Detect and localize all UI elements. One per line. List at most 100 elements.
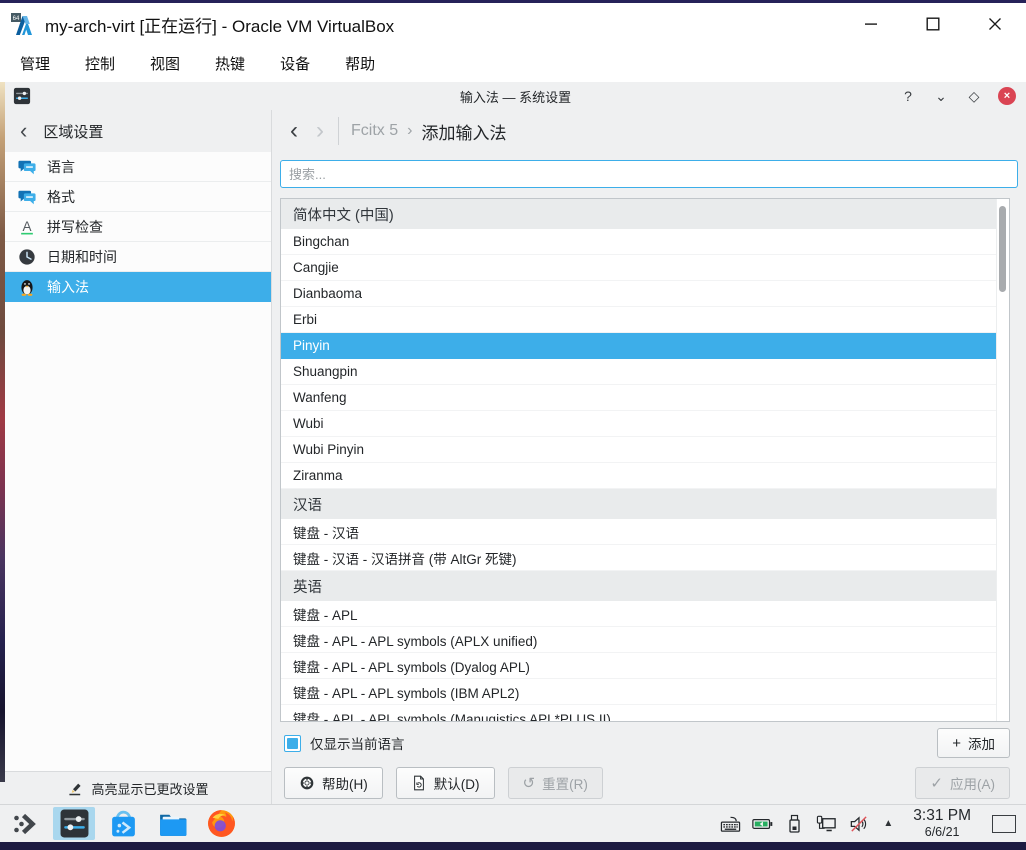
language-bubbles-icon (18, 158, 36, 176)
list-item[interactable]: Wubi Pinyin (281, 437, 996, 463)
volume-muted-tray-button[interactable] (848, 814, 869, 834)
sidebar-list: 语言格式 A 拼写检查日期和时间输入法 (5, 152, 271, 771)
vbox-window-title: my-arch-virt [正在运行] - Oracle VM VirtualB… (45, 12, 394, 37)
breadcrumb-parent[interactable]: Fcitx 5 (351, 122, 398, 140)
kde-header: ‹ 区域设置 ‹ › Fcitx 5 › 添加输入法 (5, 110, 1026, 152)
sidebar-item[interactable]: 日期和时间 (5, 242, 271, 272)
keyboard-tray-button[interactable] (720, 814, 741, 834)
vbox-menubar: 管理 控制 视图 热键 设备 帮助 (0, 45, 1026, 82)
display-connect-icon (816, 814, 837, 834)
kde-minimize-button[interactable]: ⌄ (932, 87, 950, 105)
add-button-label: 添加 (968, 733, 995, 753)
sidebar-item-label: 拼写检查 (47, 217, 103, 237)
discover-dock-button[interactable] (102, 807, 144, 840)
help-button[interactable]: 帮助(H) (284, 767, 383, 799)
search-input[interactable] (280, 160, 1018, 188)
vbox-menu-item[interactable]: 管理 (20, 53, 50, 74)
list-item[interactable]: 键盘 - APL - APL symbols (IBM APL2) (281, 679, 996, 705)
list-section-header: 英语 (281, 571, 996, 601)
scrollbar-thumb[interactable] (999, 206, 1006, 292)
back-chevron-icon[interactable]: ‹ (20, 120, 27, 142)
kde-close-button[interactable]: × (998, 87, 1016, 105)
volume-muted-icon (848, 814, 869, 834)
list-item[interactable]: Dianbaoma (281, 281, 996, 307)
sidebar-item-label: 格式 (47, 187, 75, 207)
list-section-header: 汉语 (281, 489, 996, 519)
system-settings-dock-button[interactable] (53, 807, 95, 840)
dolphin-dock-button[interactable] (151, 807, 193, 840)
firefox-dock-button[interactable] (200, 807, 242, 840)
vbox-menu-item[interactable]: 控制 (85, 53, 115, 74)
list-item[interactable]: 键盘 - APL - APL symbols (Dyalog APL) (281, 653, 996, 679)
only-current-language-label: 仅显示当前语言 (310, 733, 405, 753)
vbox-menu-item[interactable]: 视图 (150, 53, 180, 74)
sidebar-item-label: 输入法 (47, 277, 89, 297)
app-launcher-dock-button[interactable] (4, 807, 46, 840)
filter-row: 仅显示当前语言 + 添加 (284, 728, 1010, 758)
sidebar-item-label: 日期和时间 (47, 247, 117, 267)
bottom-panel: 仅显示当前语言 + 添加 帮助(H) (272, 722, 1026, 804)
kde-body: 语言格式 A 拼写检查日期和时间输入法 高亮显示已更改设置 简体中文 (中国)Bin… (5, 152, 1026, 804)
sidebar-item[interactable]: 格式 (5, 182, 271, 212)
list-item[interactable]: Cangjie (281, 255, 996, 281)
sidebar-item[interactable]: 输入法 (5, 272, 271, 302)
list-item[interactable]: Shuangpin (281, 359, 996, 385)
vbox-minimize-button[interactable] (840, 3, 902, 45)
nav-forward-icon: › (316, 119, 324, 143)
clock-icon (18, 248, 36, 266)
virtualbox-logo-icon: 64 (10, 12, 36, 36)
list-item[interactable]: Ziranma (281, 463, 996, 489)
caret-up-icon[interactable]: ▲ (883, 818, 893, 829)
taskbar: ▲ 3:31 PM 6/6/21 (0, 804, 1026, 842)
sidebar-item[interactable]: A 拼写检查 (5, 212, 271, 242)
list-item[interactable]: Wanfeng (281, 385, 996, 411)
list-item[interactable]: 键盘 - 汉语 - 汉语拼音 (带 AltGr 死键) (281, 545, 996, 571)
list-item[interactable]: Bingchan (281, 229, 996, 255)
breadcrumb: ‹ › Fcitx 5 › 添加输入法 (272, 110, 1026, 152)
undo-icon: ↺ (523, 776, 536, 791)
defaults-doc-icon (411, 775, 427, 791)
battery-tray-button[interactable] (752, 814, 773, 834)
nav-back-icon[interactable]: ‹ (290, 119, 298, 143)
only-current-language-checkbox[interactable] (284, 735, 301, 752)
list-item[interactable]: Erbi (281, 307, 996, 333)
screen: 64 my-arch-virt [正在运行] - Oracle VM Virtu… (0, 0, 1026, 850)
vbox-menu-item[interactable]: 帮助 (345, 53, 375, 74)
vbox-maximize-button[interactable] (902, 3, 964, 45)
vbox-titlebar: 64 my-arch-virt [正在运行] - Oracle VM Virtu… (0, 3, 1026, 45)
list-section-header: 简体中文 (中国) (281, 199, 996, 229)
kde-window-title: 输入法 — 系统设置 (5, 87, 1026, 106)
clock[interactable]: 3:31 PM 6/6/21 (913, 807, 971, 839)
vbox-close-button[interactable] (964, 3, 1026, 45)
list-item[interactable]: Pinyin (281, 333, 996, 359)
sidebar-header[interactable]: ‹ 区域设置 (5, 110, 272, 152)
highlighter-icon (67, 780, 83, 796)
highlight-changed-settings[interactable]: 高亮显示已更改设置 (5, 771, 271, 804)
sidebar-header-label: 区域设置 (43, 121, 103, 142)
plus-icon: + (952, 736, 961, 751)
list-item[interactable]: 键盘 - APL - APL symbols (APLX unified) (281, 627, 996, 653)
list-item[interactable]: 键盘 - APL (281, 601, 996, 627)
defaults-button[interactable]: 默认(D) (396, 767, 495, 799)
vbox-menu-item[interactable]: 设备 (280, 53, 310, 74)
show-desktop-button[interactable] (992, 815, 1016, 833)
list-item[interactable]: 键盘 - APL - APL symbols (Manugistics APL*… (281, 705, 996, 721)
display-connect-tray-button[interactable] (816, 814, 837, 834)
add-button[interactable]: + 添加 (937, 728, 1010, 758)
spellcheck-icon: A (18, 218, 36, 236)
vbox-menu-item[interactable]: 热键 (215, 53, 245, 74)
kde-maximize-button[interactable]: ◇ (965, 87, 983, 105)
list-scrollbar[interactable] (996, 199, 1009, 721)
usb-device-tray-button[interactable] (784, 814, 805, 834)
sidebar-item[interactable]: 语言 (5, 152, 271, 182)
breadcrumb-separator-icon: › (407, 122, 412, 140)
system-tray: ▲ 3:31 PM 6/6/21 (720, 807, 1018, 839)
tray-icons (720, 814, 869, 834)
list-item[interactable]: 键盘 - 汉语 (281, 519, 996, 545)
keyboard-icon (720, 814, 741, 834)
list-item[interactable]: Wubi (281, 411, 996, 437)
help-button-label: 帮助(H) (322, 773, 368, 793)
kde-help-button[interactable]: ? (899, 87, 917, 105)
reset-button: ↺ 重置(R) (508, 767, 603, 799)
defaults-button-label: 默认(D) (434, 773, 480, 793)
